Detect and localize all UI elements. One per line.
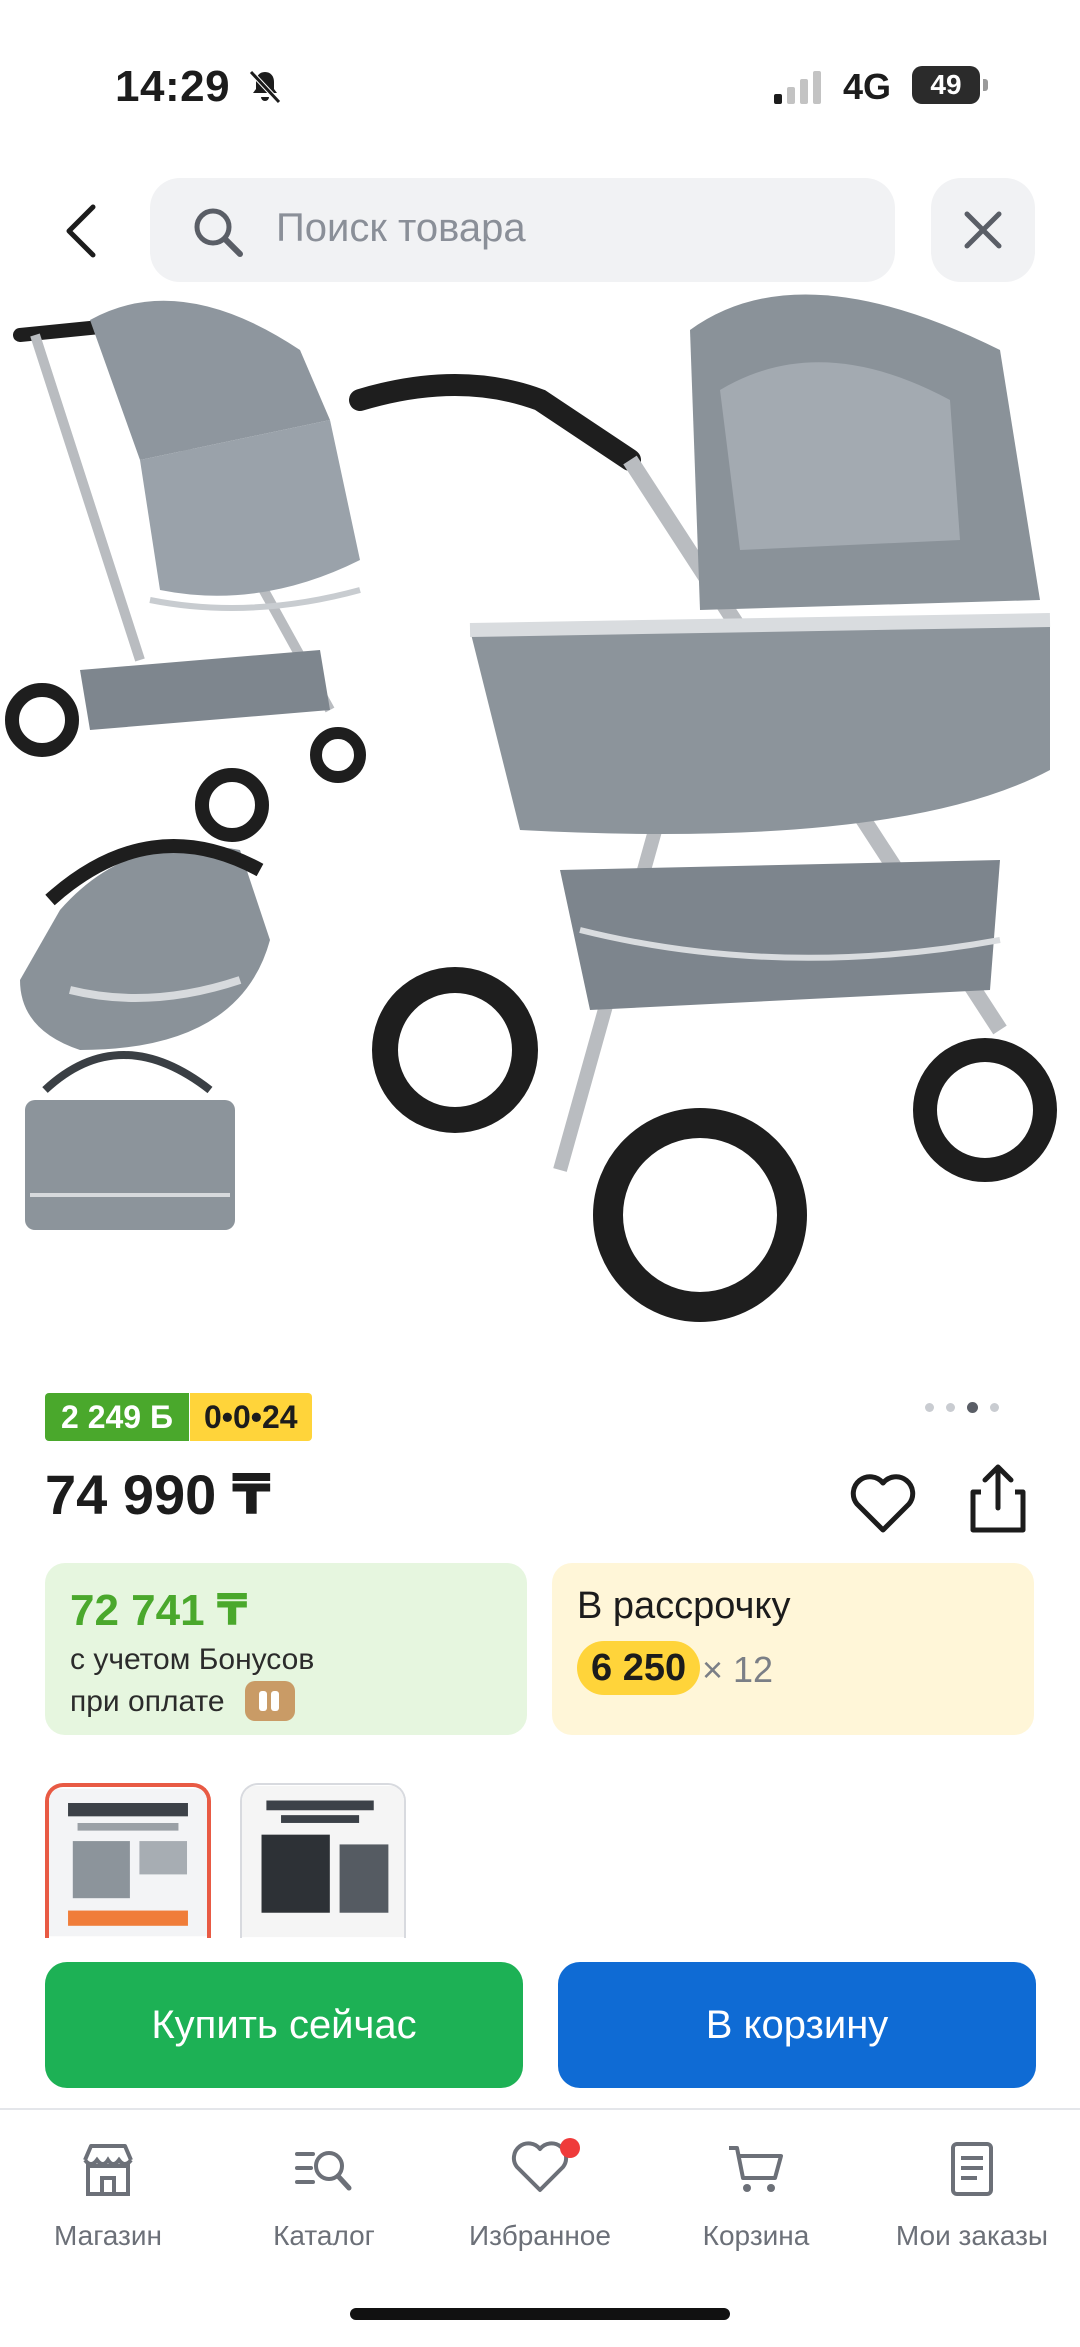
heart-icon — [850, 1474, 916, 1533]
nav-item-cart[interactable]: Корзина — [648, 2136, 864, 2266]
close-icon — [964, 211, 1002, 249]
bonus-price: 72 741 ₸ — [70, 1586, 248, 1635]
main-stroller — [349, 294, 1057, 1322]
orders-icon — [951, 2142, 993, 2196]
payment-glyph-icon — [259, 1691, 279, 1711]
installment-term: × 12 — [702, 1649, 774, 1690]
shop-icon — [83, 2144, 133, 2196]
back-button[interactable] — [48, 192, 114, 270]
carousel-dots — [925, 1402, 999, 1413]
network-label: 4G — [843, 66, 892, 107]
carousel-dot — [990, 1403, 999, 1412]
buy-now-button[interactable]: Купить сейчас — [45, 1962, 523, 2088]
close-button[interactable] — [931, 178, 1035, 282]
nav-item-orders[interactable]: Мои заказы — [864, 2136, 1080, 2266]
notification-dot — [560, 2138, 580, 2158]
nav-item-favorites[interactable]: Избранное — [432, 2136, 648, 2266]
bonus-caption-line2: при оплате — [70, 1685, 225, 1718]
small-stroller — [5, 300, 366, 842]
search-input[interactable]: Поиск товара — [150, 178, 895, 282]
nav-item-catalog[interactable]: Каталог — [216, 2136, 432, 2266]
thumbnail-1[interactable] — [45, 1783, 211, 1938]
product-image[interactable] — [0, 290, 1080, 1370]
search-icon — [194, 208, 243, 257]
installment-amount: 6 250 — [577, 1641, 701, 1695]
bonus-badge: 2 249 Б — [45, 1393, 189, 1441]
cart-icon — [729, 2146, 783, 2192]
home-indicator[interactable] — [350, 2308, 730, 2320]
status-time: 14:29 — [115, 62, 231, 111]
nav-item-shop[interactable]: Магазин — [0, 2136, 216, 2266]
product-price: 74 990 ₸ — [45, 1463, 271, 1526]
car-seat — [20, 839, 270, 1050]
bell-muted-icon — [249, 70, 281, 104]
carousel-dot — [946, 1403, 955, 1412]
add-to-cart-button[interactable]: В корзину — [558, 1962, 1036, 2088]
payment-app-icon — [245, 1681, 295, 1721]
catalog-icon — [295, 2151, 352, 2191]
chevron-left-icon — [66, 204, 96, 258]
carousel-dot — [925, 1403, 934, 1412]
carousel-dot-active — [967, 1402, 978, 1413]
installment-badge: 0•0•24 — [190, 1393, 312, 1441]
battery-indicator: 49 — [912, 66, 988, 104]
share-icon — [970, 1464, 1026, 1533]
thumbnail-image — [242, 1785, 404, 1938]
installment-card[interactable]: В рассрочку 6 250 × 12 — [552, 1563, 1034, 1735]
share-button[interactable] — [963, 1462, 1033, 1536]
diaper-bag — [25, 1051, 235, 1230]
nav-label: Мои заказы — [895, 2220, 1049, 2251]
status-bar: 14:29 4G 49 — [0, 0, 1080, 170]
stroller-illustration — [5, 294, 1057, 1322]
nav-label: Избранное — [469, 2220, 611, 2251]
nav-label: Каталог — [273, 2220, 375, 2251]
installment-title: В рассрочку — [577, 1585, 791, 1627]
search-placeholder: Поиск товара — [276, 206, 526, 250]
bonus-price-card[interactable]: 72 741 ₸ с учетом Бонусов при оплате — [45, 1563, 527, 1735]
nav-label: Корзина — [702, 2220, 810, 2251]
signal-icon — [774, 71, 821, 104]
nav-label: Магазин — [53, 2220, 162, 2251]
thumbnail-image — [49, 1788, 207, 1937]
favorite-button[interactable] — [848, 1470, 918, 1536]
bonus-caption-line1: с учетом Бонусов — [70, 1643, 315, 1676]
thumbnail-2[interactable] — [240, 1783, 406, 1938]
